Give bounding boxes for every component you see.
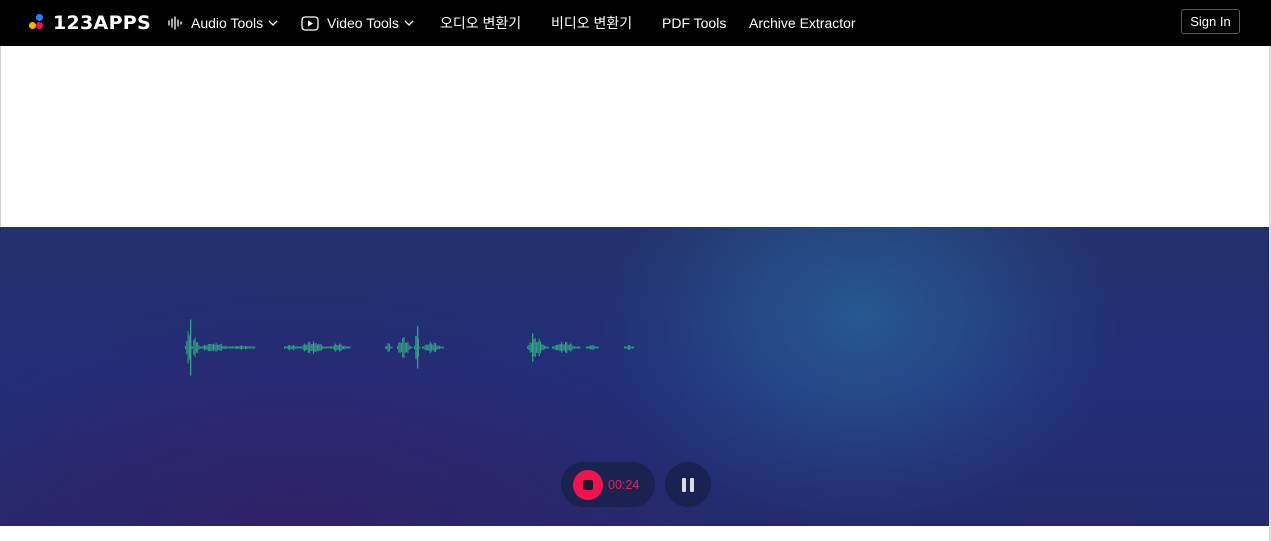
ad-banner-area [0,46,1271,227]
nav-pdf-tools[interactable]: PDF Tools [662,0,726,46]
nav-video-converter[interactable]: 비디오 변환기 [551,0,632,46]
chevron-down-icon [268,20,278,26]
logo-text: 123APPS [53,12,151,34]
recording-timer: 00:24 [608,477,640,492]
voice-recorder-panel: 00:24 [0,227,1269,526]
recording-status-pill: 00:24 [561,462,655,507]
nav-archive-extractor[interactable]: Archive Extractor [749,0,856,46]
nav-audio-tools[interactable]: Audio Tools [168,0,278,46]
chevron-down-icon [404,20,414,26]
nav-video-tools[interactable]: Video Tools [301,0,414,46]
nav-video-tools-label: Video Tools [327,15,399,31]
pause-icon [680,477,696,492]
logo[interactable]: 123APPS [29,12,151,34]
logo-dots-icon [29,13,51,33]
nav-video-converter-label: 비디오 변환기 [551,15,633,31]
waveform-icon [168,16,183,30]
pause-button[interactable] [665,462,711,507]
stop-icon [583,479,593,490]
nav-pdf-tools-label: PDF Tools [662,15,727,31]
top-navigation-bar: 123APPS Audio Tools Video Tools 오디오 변환기 … [0,0,1271,46]
nav-audio-converter-label: 오디오 변환기 [440,15,522,31]
page-bottom [0,526,1271,541]
sign-in-button[interactable]: Sign In [1181,9,1240,34]
nav-audio-tools-label: Audio Tools [191,15,264,31]
play-icon [301,15,319,31]
stop-record-button[interactable] [573,469,603,500]
nav-audio-converter[interactable]: 오디오 변환기 [440,0,521,46]
nav-archive-extractor-label: Archive Extractor [749,15,856,31]
